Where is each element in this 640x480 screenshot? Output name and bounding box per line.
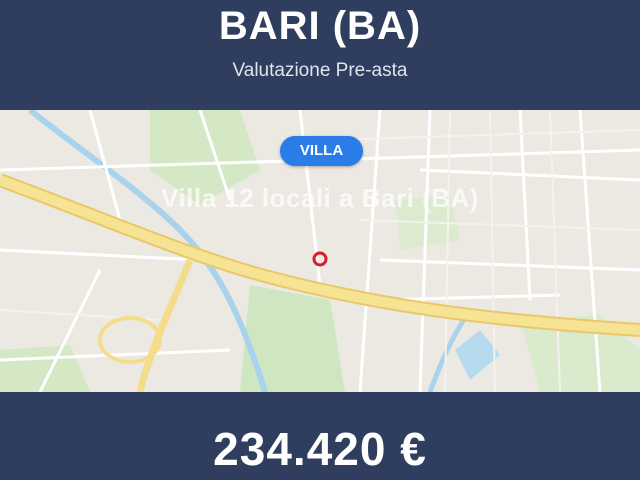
city-title: BARI (BA): [218, 4, 422, 48]
subtitle: Valutazione Pre-asta: [232, 60, 408, 81]
header-panel: BARI (BA) Valutazione Pre-asta: [0, 0, 640, 110]
property-type-badge: VILLA: [280, 136, 363, 166]
address-overlay: Villa 12 locali a Bari (BA): [161, 183, 479, 213]
price-value: 234.420 €: [213, 423, 427, 475]
footer-panel: 234.420 €: [0, 392, 640, 480]
park-area: [240, 285, 345, 392]
secondary-highway: [136, 258, 194, 392]
